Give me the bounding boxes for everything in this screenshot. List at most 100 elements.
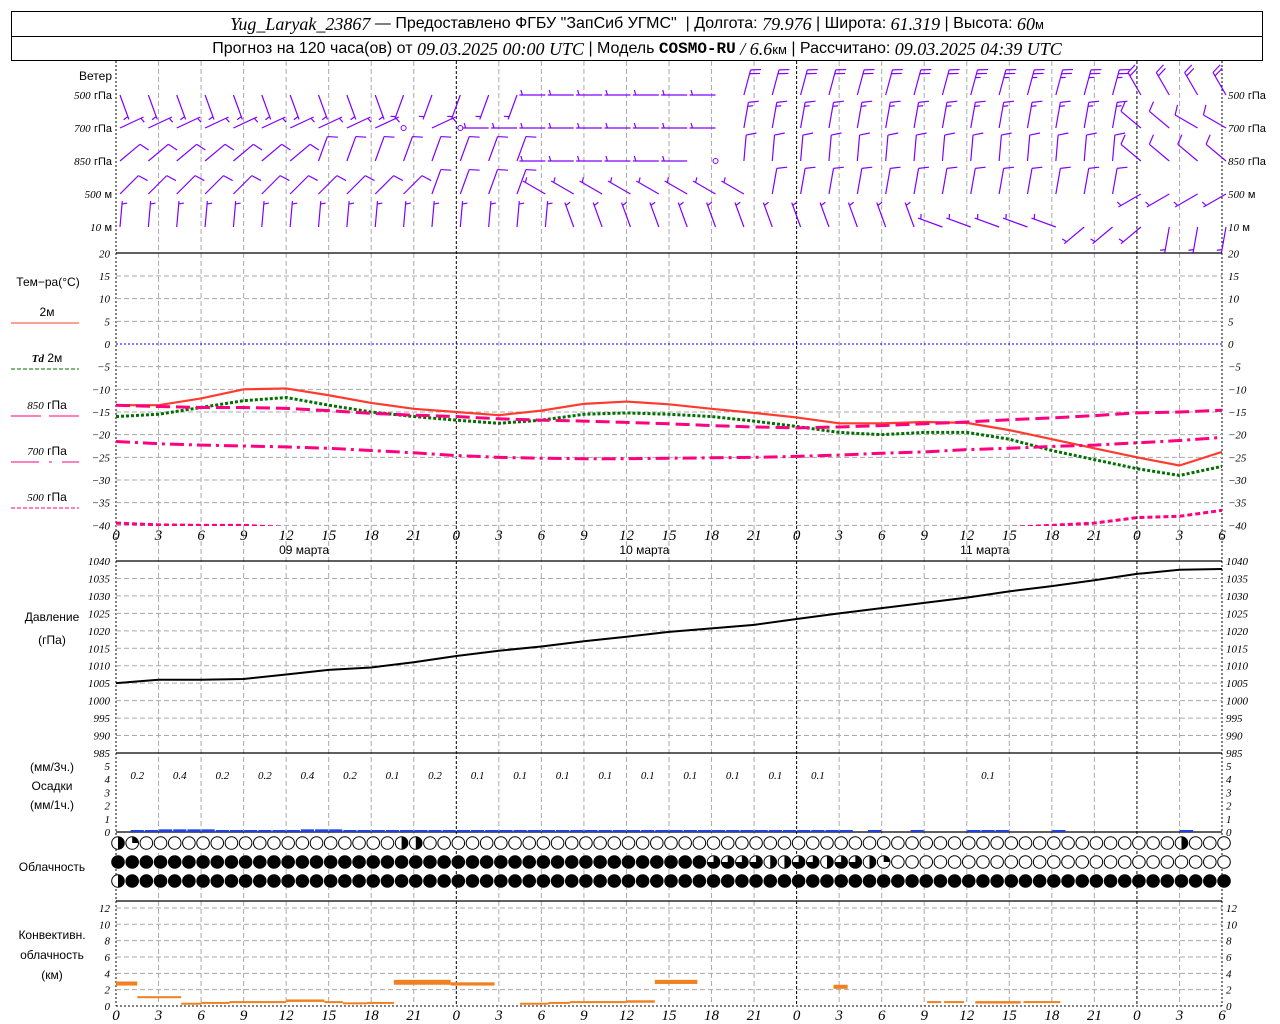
precip-tick-left: 2 xyxy=(105,801,111,813)
cloud-symbol xyxy=(281,836,295,850)
cloud-symbol xyxy=(224,836,239,850)
precip-bar xyxy=(315,829,329,832)
cloud-symbol xyxy=(465,836,480,850)
cloud-circle xyxy=(976,855,990,869)
cloud-circle xyxy=(394,855,409,869)
cloud-symbol xyxy=(267,874,281,888)
barb-feather xyxy=(421,175,432,182)
cloud-symbol xyxy=(1004,836,1019,850)
cloud-circle xyxy=(267,855,281,869)
wind-barb xyxy=(289,201,298,228)
barb-feather xyxy=(861,100,873,103)
cloud-circle xyxy=(1047,855,1061,869)
barb-half-feather xyxy=(633,89,637,96)
cloud-circle xyxy=(380,874,395,888)
barb-staff xyxy=(317,136,328,162)
cloud-circle xyxy=(650,836,664,850)
wind-barb xyxy=(632,122,659,129)
cloud-circle xyxy=(196,855,210,869)
cloud-symbol xyxy=(309,874,324,888)
cloud-circle xyxy=(1132,855,1146,869)
barb-half-feather xyxy=(378,116,384,121)
cloud-symbol xyxy=(210,874,225,888)
cloud-circle xyxy=(309,855,324,869)
barb-feather xyxy=(1001,132,1012,136)
barb-feather xyxy=(944,132,956,136)
cloud-circle xyxy=(352,836,366,850)
wind-level-label-right: 500 гПа xyxy=(1228,88,1267,102)
cloud-circle xyxy=(366,874,381,888)
wind-barb xyxy=(119,116,145,129)
calm-circle xyxy=(400,125,407,131)
barb-feather xyxy=(1031,100,1043,103)
precip-bar xyxy=(357,830,371,832)
barb-half-feather xyxy=(849,201,855,206)
cloud-fill xyxy=(401,836,408,850)
cloud-symbol xyxy=(1188,836,1203,850)
barb-half-feather xyxy=(1201,201,1207,206)
barb-staff xyxy=(119,143,141,162)
barb-half-feather xyxy=(707,201,713,206)
cloud-symbol xyxy=(848,836,863,850)
cloud-circle xyxy=(706,874,721,888)
cloud-symbol xyxy=(1075,855,1090,869)
cloud-circle xyxy=(494,855,508,869)
x-tick-label-mid: 21 xyxy=(747,528,762,544)
temp-tick-right: −35 xyxy=(1228,498,1247,510)
wind-barb xyxy=(431,135,452,162)
barb-staff xyxy=(579,180,603,195)
precip-bar xyxy=(782,830,797,832)
wind-barb xyxy=(346,135,367,162)
barb-half-feather xyxy=(520,89,523,96)
precip-3h-label: 0.2 xyxy=(258,770,272,782)
cloud-circle xyxy=(295,836,310,850)
cloud-circle xyxy=(678,874,692,888)
cloud-circle xyxy=(465,874,480,888)
barb-staff xyxy=(856,168,863,195)
precip-bar xyxy=(556,830,570,832)
cloud-circle xyxy=(593,836,607,850)
cloud-fill xyxy=(415,836,423,850)
precip-3h-label: 0.1 xyxy=(386,770,400,782)
precip-bar xyxy=(541,830,556,832)
convective-cloud-bar xyxy=(548,1001,570,1004)
temp-tick-left: −15 xyxy=(92,407,111,419)
cloud-symbol xyxy=(791,874,806,888)
temp-tick-left: −40 xyxy=(92,520,111,532)
cloud-symbol xyxy=(621,855,636,869)
cloud-symbol xyxy=(947,836,962,850)
barb-feather xyxy=(746,132,757,136)
wind-barb xyxy=(147,201,156,228)
cloud-circle xyxy=(238,855,253,869)
conv-label-1: Конвективн. xyxy=(18,928,85,942)
pressure-tick-left: 1000 xyxy=(88,696,111,708)
wind-barb xyxy=(204,175,233,195)
cloud-circle xyxy=(451,855,466,869)
wind-barb xyxy=(856,100,873,129)
cloud-circle xyxy=(820,836,834,850)
cloud-circle xyxy=(862,874,877,888)
barb-feather xyxy=(972,132,984,136)
precip-3h-label: 0.1 xyxy=(513,770,527,782)
cloud-circle xyxy=(423,874,437,888)
cloud-symbol xyxy=(990,874,1004,888)
x-tick-label-mid: 9 xyxy=(920,528,928,544)
wind-barb xyxy=(459,168,480,195)
barb-feather xyxy=(1120,134,1126,145)
pressure-tick-right: 1005 xyxy=(1226,678,1249,690)
cloud-symbol xyxy=(876,836,891,850)
cloud-circle xyxy=(536,855,551,869)
wind-barb xyxy=(289,94,300,121)
wind-barb xyxy=(1205,134,1227,162)
pressure-tick-left: 1015 xyxy=(88,643,111,655)
barb-half-feather xyxy=(433,202,440,205)
wind-barb xyxy=(692,177,716,195)
cloud-symbol xyxy=(1089,836,1104,850)
cloud-symbol xyxy=(635,836,650,850)
wind-barb xyxy=(1026,68,1045,96)
precip-bar xyxy=(584,830,598,832)
cloud-circle xyxy=(564,836,579,850)
cloud-symbol xyxy=(437,855,451,869)
barb-feather xyxy=(1202,104,1207,116)
pressure-axis-unit: (гПа) xyxy=(38,633,66,647)
